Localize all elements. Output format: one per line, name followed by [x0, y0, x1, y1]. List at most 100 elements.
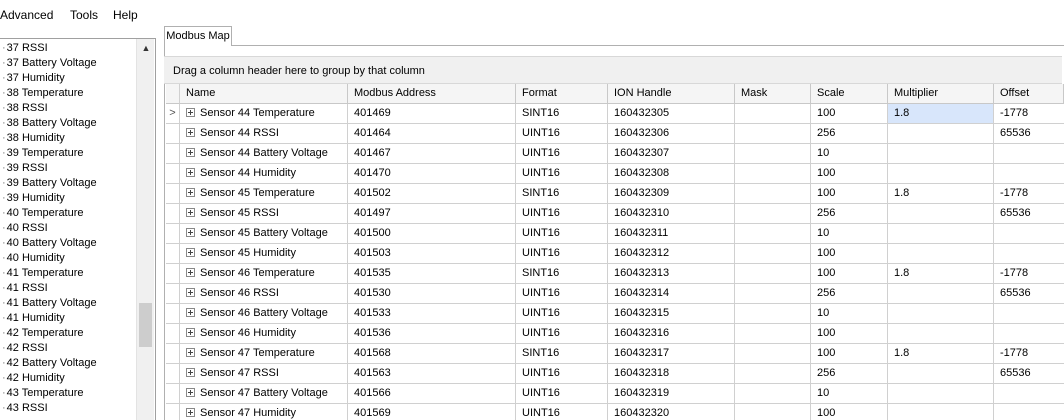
cell-mask[interactable]: [735, 104, 811, 124]
row-indicator[interactable]: [166, 244, 180, 264]
cell-ion-handle[interactable]: 160432306: [608, 124, 735, 144]
cell-name[interactable]: Sensor 44 Humidity: [180, 164, 348, 184]
cell-offset[interactable]: -1778: [994, 104, 1064, 124]
table-row[interactable]: Sensor 46 Humidity 401536 UINT16 160432316 1…: [166, 324, 1064, 344]
table-row[interactable]: Sensor 44 Humidity 401470 UINT16 160432308 1…: [166, 164, 1064, 184]
scroll-up-arrow-icon[interactable]: ▲: [139, 43, 153, 55]
cell-scale[interactable]: 100: [811, 244, 888, 264]
cell-name[interactable]: Sensor 47 Battery Voltage: [180, 384, 348, 404]
cell-name[interactable]: Sensor 46 Humidity: [180, 324, 348, 344]
cell-format[interactable]: UINT16: [516, 404, 608, 420]
cell-format[interactable]: UINT16: [516, 244, 608, 264]
cell-format[interactable]: SINT16: [516, 264, 608, 284]
cell-format[interactable]: UINT16: [516, 224, 608, 244]
cell-modbus-address[interactable]: 401464: [348, 124, 516, 144]
cell-modbus-address[interactable]: 401533: [348, 304, 516, 324]
row-indicator[interactable]: [166, 344, 180, 364]
cell-scale[interactable]: 100: [811, 404, 888, 420]
cell-name[interactable]: Sensor 45 RSSI: [180, 204, 348, 224]
table-row[interactable]: Sensor 47 Temperature 401568 SINT16 1604323…: [166, 344, 1064, 364]
expand-plus-icon[interactable]: [186, 228, 195, 237]
tree-item[interactable]: ·39 Battery Voltage: [0, 176, 136, 191]
tree-item[interactable]: ·37 Humidity: [0, 71, 136, 86]
row-indicator[interactable]: [166, 324, 180, 344]
cell-offset[interactable]: [994, 304, 1064, 324]
cell-mask[interactable]: [735, 244, 811, 264]
cell-format[interactable]: UINT16: [516, 124, 608, 144]
cell-format[interactable]: UINT16: [516, 384, 608, 404]
cell-ion-handle[interactable]: 160432307: [608, 144, 735, 164]
cell-ion-handle[interactable]: 160432310: [608, 204, 735, 224]
cell-name[interactable]: Sensor 44 Battery Voltage: [180, 144, 348, 164]
cell-scale[interactable]: 10: [811, 384, 888, 404]
cell-ion-handle[interactable]: 160432314: [608, 284, 735, 304]
cell-multiplier[interactable]: 1.8: [888, 344, 994, 364]
cell-scale[interactable]: 10: [811, 304, 888, 324]
cell-name[interactable]: Sensor 45 Battery Voltage: [180, 224, 348, 244]
table-row[interactable]: Sensor 46 RSSI 401530 UINT16 160432314 256 65…: [166, 284, 1064, 304]
group-by-panel[interactable]: Drag a column header here to group by th…: [164, 56, 1062, 84]
cell-modbus-address[interactable]: 401568: [348, 344, 516, 364]
expand-plus-icon[interactable]: [186, 268, 195, 277]
expand-plus-icon[interactable]: [186, 388, 195, 397]
row-indicator[interactable]: [166, 204, 180, 224]
cell-scale[interactable]: 256: [811, 124, 888, 144]
cell-ion-handle[interactable]: 160432319: [608, 384, 735, 404]
cell-scale[interactable]: 256: [811, 204, 888, 224]
cell-multiplier[interactable]: [888, 244, 994, 264]
tree-item[interactable]: ·40 Humidity: [0, 251, 136, 266]
cell-format[interactable]: UINT16: [516, 364, 608, 384]
cell-modbus-address[interactable]: 401563: [348, 364, 516, 384]
cell-scale[interactable]: 100: [811, 184, 888, 204]
column-header-scale[interactable]: Scale: [811, 84, 888, 104]
tree-item[interactable]: ·42 Battery Voltage: [0, 356, 136, 371]
cell-offset[interactable]: 65536: [994, 284, 1064, 304]
cell-multiplier[interactable]: 1.8: [888, 264, 994, 284]
cell-multiplier[interactable]: [888, 384, 994, 404]
column-header-multiplier[interactable]: Multiplier: [888, 84, 994, 104]
tree-item[interactable]: ·42 RSSI: [0, 341, 136, 356]
row-indicator[interactable]: [166, 384, 180, 404]
cell-mask[interactable]: [735, 284, 811, 304]
cell-modbus-address[interactable]: 401502: [348, 184, 516, 204]
cell-ion-handle[interactable]: 160432315: [608, 304, 735, 324]
cell-offset[interactable]: [994, 164, 1064, 184]
scroll-thumb[interactable]: [139, 303, 152, 347]
row-indicator[interactable]: [166, 224, 180, 244]
cell-ion-handle[interactable]: 160432318: [608, 364, 735, 384]
cell-format[interactable]: UINT16: [516, 204, 608, 224]
cell-modbus-address[interactable]: 401500: [348, 224, 516, 244]
expand-plus-icon[interactable]: [186, 168, 195, 177]
cell-scale[interactable]: 100: [811, 324, 888, 344]
cell-offset[interactable]: [994, 384, 1064, 404]
expand-plus-icon[interactable]: [186, 308, 195, 317]
tab-modbus-map[interactable]: Modbus Map: [164, 26, 232, 46]
cell-ion-handle[interactable]: 160432308: [608, 164, 735, 184]
cell-multiplier[interactable]: [888, 324, 994, 344]
cell-mask[interactable]: [735, 364, 811, 384]
cell-multiplier[interactable]: [888, 124, 994, 144]
cell-mask[interactable]: [735, 404, 811, 420]
cell-mask[interactable]: [735, 384, 811, 404]
row-indicator[interactable]: [166, 164, 180, 184]
tree-item[interactable]: ·41 Battery Voltage: [0, 296, 136, 311]
cell-mask[interactable]: [735, 124, 811, 144]
cell-mask[interactable]: [735, 344, 811, 364]
cell-scale[interactable]: 100: [811, 104, 888, 124]
row-indicator[interactable]: [166, 364, 180, 384]
cell-offset[interactable]: -1778: [994, 184, 1064, 204]
cell-multiplier[interactable]: [888, 304, 994, 324]
row-indicator[interactable]: [166, 184, 180, 204]
cell-scale[interactable]: 100: [811, 344, 888, 364]
column-header-mask[interactable]: Mask: [735, 84, 811, 104]
column-header-format[interactable]: Format: [516, 84, 608, 104]
expand-plus-icon[interactable]: [186, 188, 195, 197]
cell-modbus-address[interactable]: 401503: [348, 244, 516, 264]
cell-name[interactable]: Sensor 44 RSSI: [180, 124, 348, 144]
row-indicator[interactable]: [166, 264, 180, 284]
cell-multiplier[interactable]: 1.8: [888, 184, 994, 204]
tree-item[interactable]: ·38 Temperature: [0, 86, 136, 101]
cell-name[interactable]: Sensor 45 Humidity: [180, 244, 348, 264]
tree-item[interactable]: ·40 Battery Voltage: [0, 236, 136, 251]
cell-name[interactable]: Sensor 46 Battery Voltage: [180, 304, 348, 324]
